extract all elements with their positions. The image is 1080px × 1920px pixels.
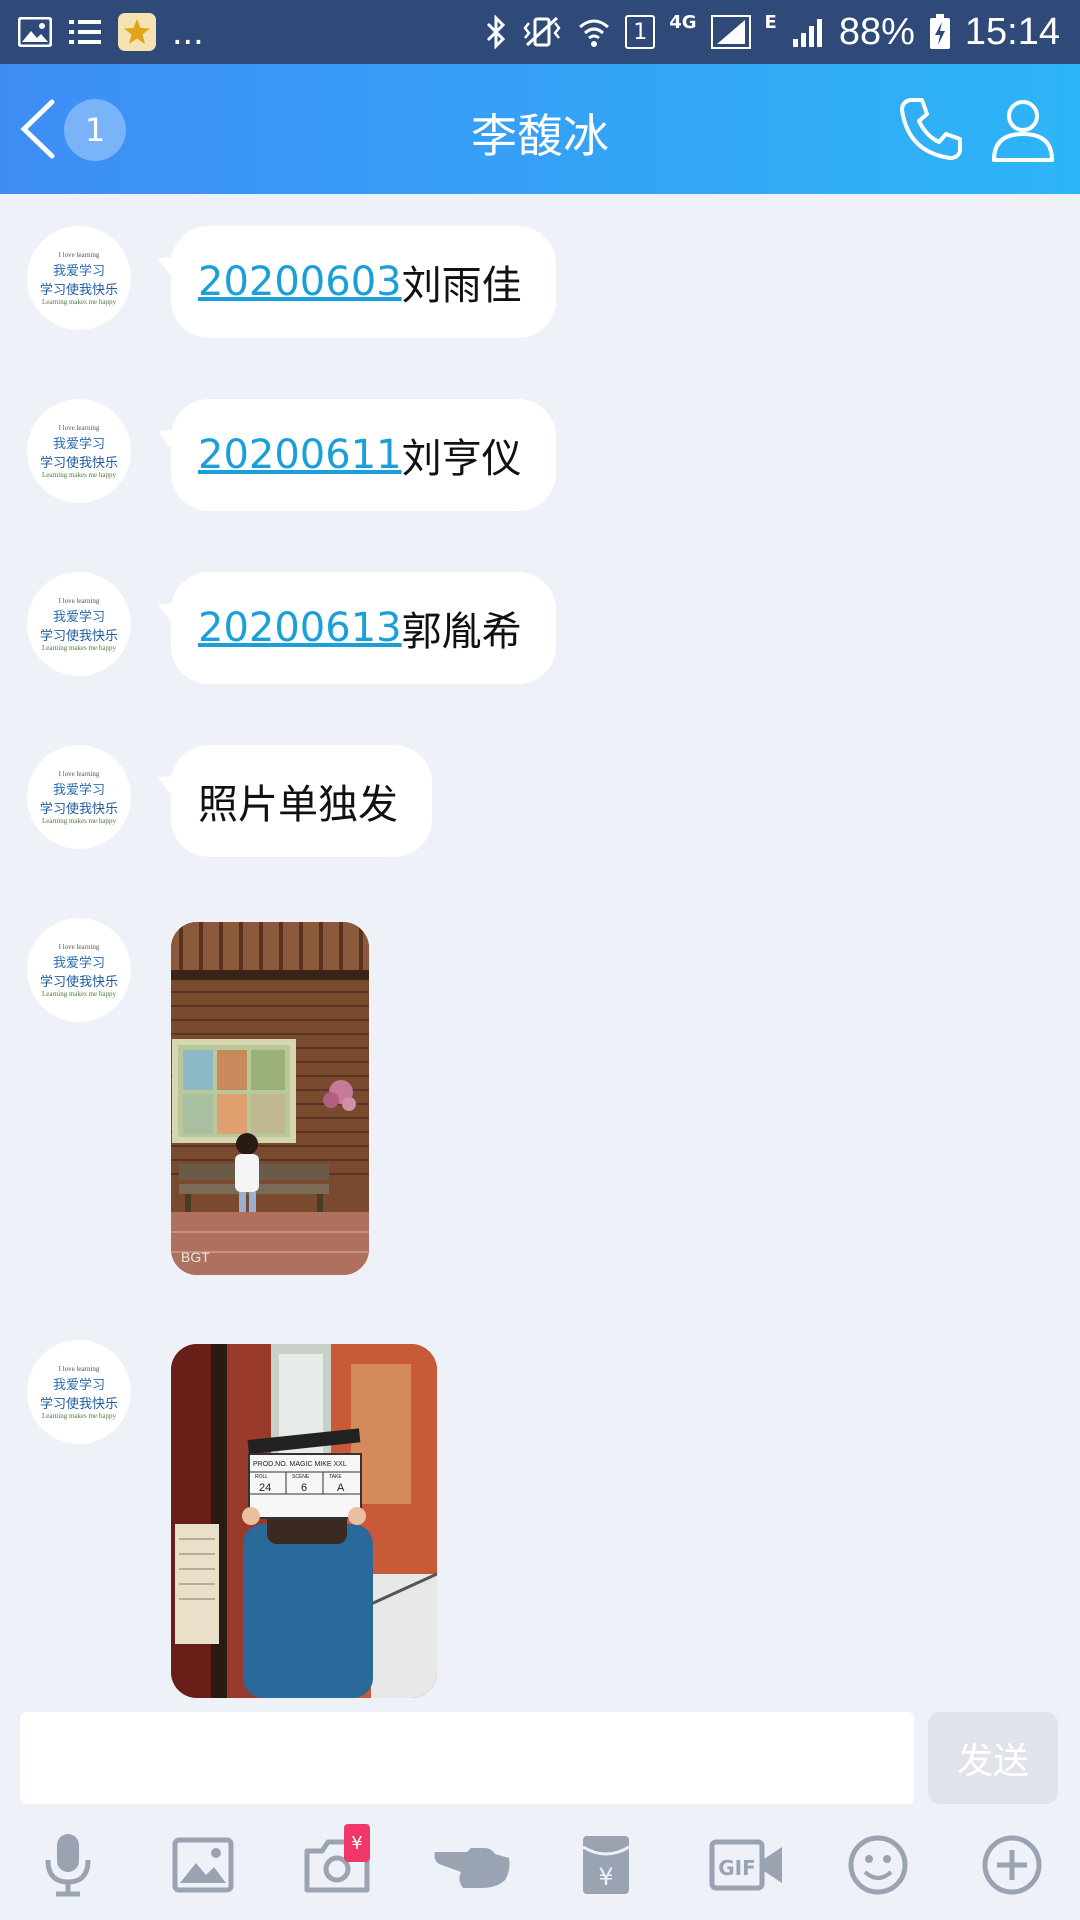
avatar-text: 学习使我快乐: [39, 282, 118, 298]
avatar-text: I love learning: [58, 942, 100, 951]
photo-clapperboard: PROD.NO. MAGIC MIKE XXL ROLL SCENE TAKE …: [171, 1344, 437, 1698]
battery-icon: [929, 14, 950, 49]
avatar-text: Learning makes me happy: [41, 643, 117, 652]
board-value: 24: [259, 1482, 271, 1494]
message-input[interactable]: [20, 1712, 914, 1804]
poke-button[interactable]: [428, 1820, 518, 1910]
avatar-text: 学习使我快乐: [39, 455, 118, 471]
chat-header: 1 李馥冰: [0, 64, 1080, 194]
board-label: SCENE: [292, 1474, 310, 1480]
red-packet-icon: ¥: [582, 1836, 630, 1894]
board-value: 6: [301, 1482, 307, 1494]
battery-percent: 88%: [838, 10, 915, 53]
avatar-text: 我爱学习: [52, 1377, 105, 1393]
gif-button[interactable]: GIF: [697, 1820, 797, 1910]
vibrate-icon: [523, 16, 561, 47]
avatar-text: Learning makes me happy: [41, 989, 117, 998]
photo-message[interactable]: BGT: [171, 922, 369, 1275]
avatar-text: I love learning: [58, 423, 100, 432]
more-button[interactable]: [967, 1820, 1057, 1910]
edge-indicator: E: [764, 11, 777, 33]
board-label: ROLL: [255, 1474, 268, 1480]
gif-text: GIF: [718, 1856, 756, 1880]
network-type: 4G: [669, 11, 697, 33]
profile-icon[interactable]: [988, 94, 1058, 164]
message-bubble[interactable]: 20200613 郭胤希: [171, 572, 556, 684]
avatar-text: I love learning: [58, 1364, 100, 1373]
more-notifications: ...: [172, 10, 204, 53]
bluetooth-icon: [487, 15, 506, 49]
red-packet-button[interactable]: ¥: [561, 1820, 651, 1910]
signal-icon: [710, 15, 751, 49]
send-button[interactable]: 发送: [928, 1712, 1058, 1804]
sim-indicator: 1: [625, 15, 656, 49]
avatar-text: Learning makes me happy: [41, 297, 117, 306]
message-bubble[interactable]: 照片单独发: [171, 745, 432, 857]
avatar-text: 我爱学习: [52, 436, 105, 452]
message-link[interactable]: 20200613: [198, 605, 402, 651]
voice-button[interactable]: [23, 1820, 113, 1910]
gallery-notification-icon: [18, 17, 52, 47]
image-picker-icon: [172, 1837, 234, 1893]
plus-icon: [982, 1835, 1042, 1895]
microphone-icon: [45, 1834, 91, 1897]
avatar-text: I love learning: [58, 250, 100, 259]
sender-avatar[interactable]: I love learning 我爱学习 学习使我快乐 Learning mak…: [27, 226, 131, 330]
message-link[interactable]: 20200603: [198, 259, 402, 305]
message-text: 刘雨佳: [401, 263, 522, 309]
avatar-text: 学习使我快乐: [39, 1396, 118, 1412]
avatar-text: I love learning: [58, 769, 100, 778]
message-text: 照片单独发: [198, 782, 398, 828]
sender-avatar[interactable]: I love learning 我爱学习 学习使我快乐 Learning mak…: [27, 745, 131, 849]
avatar-text: 学习使我快乐: [39, 801, 118, 817]
message-text: 郭胤希: [401, 609, 522, 655]
image-picker-button[interactable]: [158, 1820, 248, 1910]
list-notification-icon: [69, 20, 101, 44]
avatar-text: 我爱学习: [52, 782, 105, 798]
status-bar: ... 1 4G E 88% 15:14: [0, 0, 1080, 64]
avatar-text: 我爱学习: [52, 955, 105, 971]
sender-avatar[interactable]: I love learning 我爱学习 学习使我快乐 Learning mak…: [27, 399, 131, 503]
clock: 15:14: [964, 10, 1060, 53]
photo-watermark: BGT: [181, 1249, 210, 1265]
board-value: A: [337, 1482, 345, 1494]
avatar-text: Learning makes me happy: [41, 1411, 117, 1420]
board-label: TAKE: [329, 1474, 342, 1480]
message-text: 刘亨仪: [401, 436, 522, 482]
avatar-text: Learning makes me happy: [41, 816, 117, 825]
gif-icon: GIF: [709, 1839, 782, 1891]
camera-button[interactable]: ¥: [292, 1820, 382, 1910]
sender-avatar[interactable]: I love learning 我爱学习 学习使我快乐 Learning mak…: [27, 572, 131, 676]
message-bubble[interactable]: 20200611 刘亨仪: [171, 399, 556, 511]
photo-message[interactable]: PROD.NO. MAGIC MIKE XXL ROLL SCENE TAKE …: [171, 1344, 437, 1698]
sender-avatar[interactable]: I love learning 我爱学习 学习使我快乐 Learning mak…: [27, 918, 131, 1022]
star-app-icon: [118, 13, 156, 51]
camera-badge: ¥: [344, 1824, 370, 1862]
hand-icon: [434, 1848, 510, 1888]
avatar-text: 我爱学习: [52, 609, 105, 625]
message-bubble[interactable]: 20200603 刘雨佳: [171, 226, 556, 338]
emoji-button[interactable]: [833, 1820, 923, 1910]
avatar-text: 我爱学习: [52, 263, 105, 279]
avatar-text: 学习使我快乐: [39, 974, 118, 990]
phone-icon[interactable]: [896, 94, 966, 164]
wifi-icon: [579, 19, 610, 47]
avatar-text: I love learning: [58, 596, 100, 605]
avatar-text: 学习使我快乐: [39, 628, 118, 644]
message-link[interactable]: 20200611: [198, 432, 402, 478]
photo-bench-cabin: BGT: [171, 922, 369, 1275]
board-title: PROD.NO. MAGIC MIKE XXL: [253, 1461, 347, 1468]
emoji-icon: [848, 1835, 908, 1895]
yen-mark: ¥: [598, 1863, 613, 1891]
avatar-text: Learning makes me happy: [41, 470, 117, 479]
signal-icon-2: [792, 19, 822, 47]
sender-avatar[interactable]: I love learning 我爱学习 学习使我快乐 Learning mak…: [27, 1340, 131, 1444]
